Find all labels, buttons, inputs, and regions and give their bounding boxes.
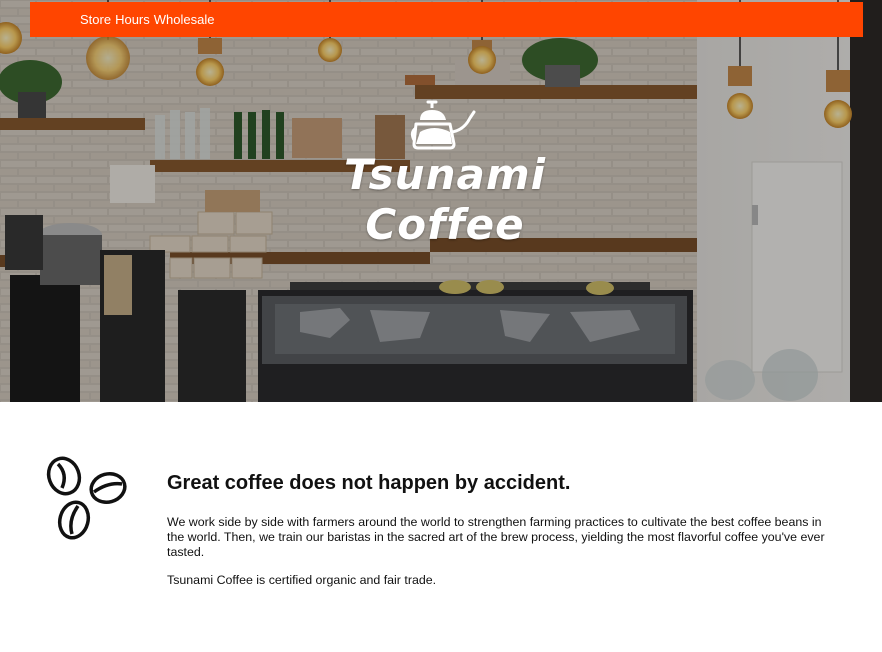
brand-logo: Tsunami Coffee xyxy=(330,98,560,258)
certification-paragraph: Tsunami Coffee is certified organic and … xyxy=(167,573,437,587)
intro-headline: Great coffee does not happen by accident… xyxy=(167,472,571,494)
brand-name-line2: Coffee xyxy=(365,200,525,249)
intro-text: Great coffee does not happen by accident… xyxy=(167,471,832,601)
kettle-icon xyxy=(410,100,476,150)
coffee-beans-icon xyxy=(46,456,127,540)
top-navbar: Store Hours Wholesale xyxy=(30,2,863,37)
nav-link-store[interactable]: Store xyxy=(80,12,111,27)
hero-banner: Store Hours Wholesale Tsunami Coffee xyxy=(0,0,882,402)
brand-name-line1: Tsunami xyxy=(344,150,546,199)
intro-section: Great coffee does not happen by accident… xyxy=(0,402,882,652)
intro-paragraph: We work side by side with farmers around… xyxy=(167,515,825,559)
nav-link-hours[interactable]: Hours xyxy=(115,12,150,27)
nav-link-wholesale[interactable]: Wholesale xyxy=(154,12,215,27)
